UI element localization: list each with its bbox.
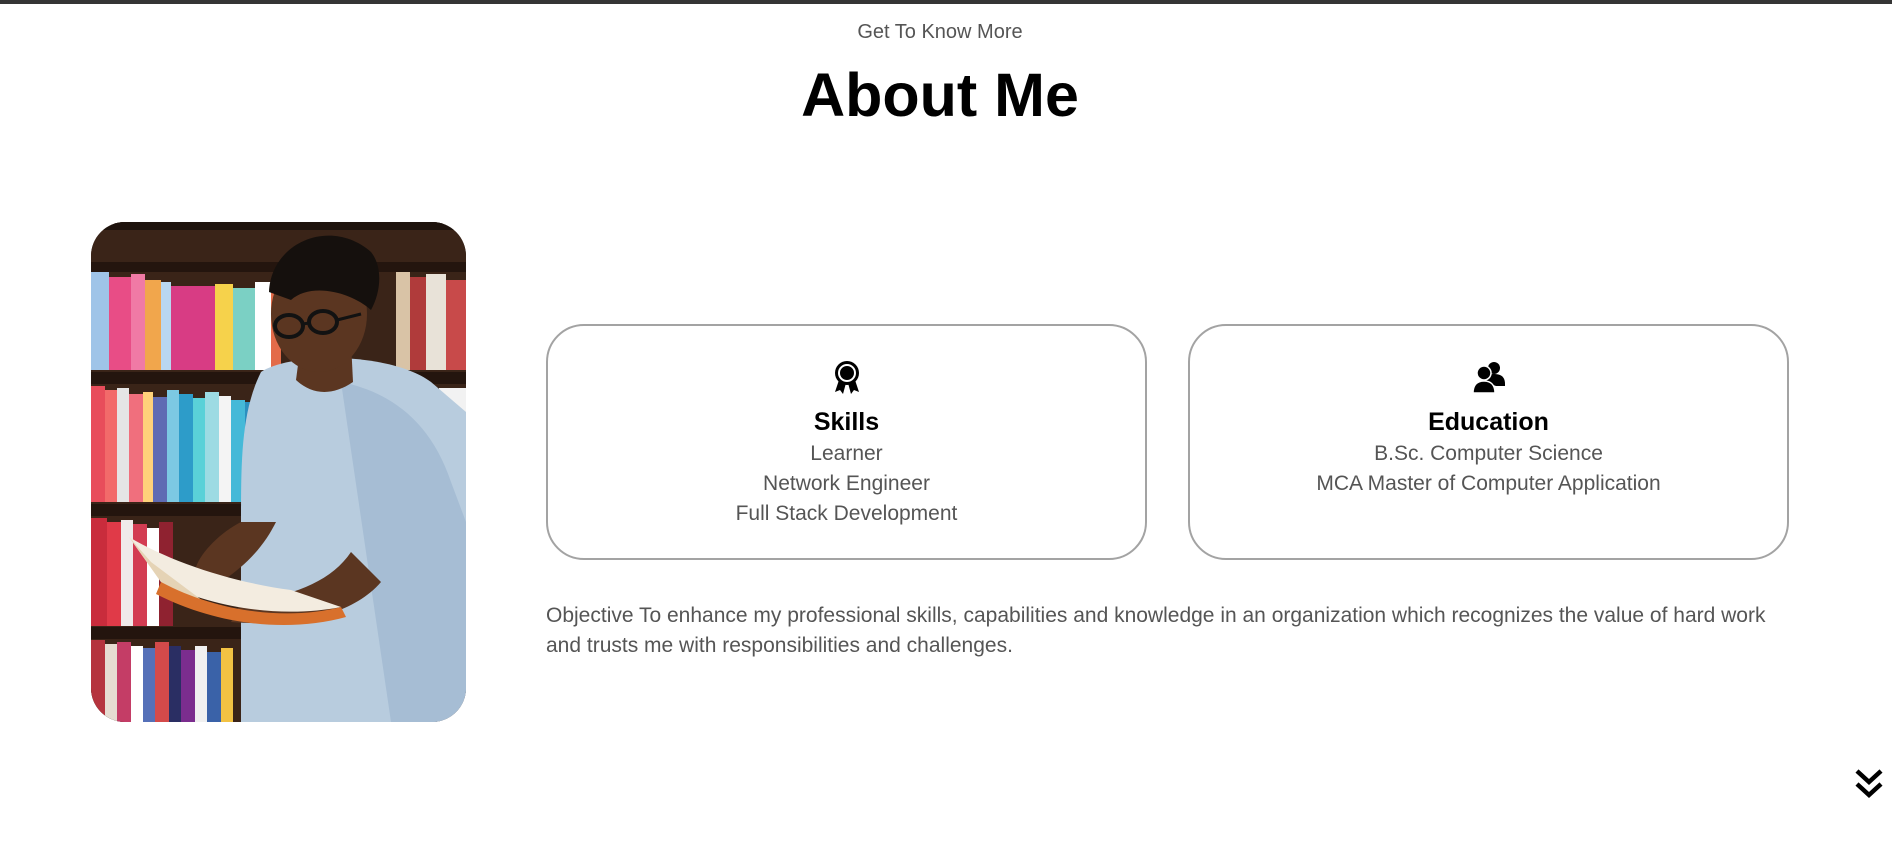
skills-heading: Skills <box>813 408 880 436</box>
profile-photo <box>91 222 466 722</box>
objective-text: Objective To enhance my professional ski… <box>546 604 1766 657</box>
education-card: Education B.Sc. Computer Science MCA Mas… <box>1188 324 1789 560</box>
section-subtitle: Get To Know More <box>857 21 1023 43</box>
skill-item: Learner <box>810 442 883 465</box>
education-item: B.Sc. Computer Science <box>1374 442 1603 465</box>
skill-item: Network Engineer <box>763 472 930 495</box>
section-header: Get To Know More About Me <box>0 16 1880 130</box>
education-item: MCA Master of Computer Application <box>1316 472 1661 495</box>
award-icon <box>830 360 864 394</box>
education-list: B.Sc. Computer Science MCA Master of Com… <box>1190 439 1787 499</box>
double-chevron-down-icon[interactable] <box>1854 768 1884 800</box>
top-rule <box>0 0 1892 4</box>
skill-item: Full Stack Development <box>735 502 958 525</box>
users-icon <box>1471 360 1506 394</box>
skills-card: Skills Learner Network Engineer Full Sta… <box>546 324 1147 560</box>
section-title: About Me <box>801 61 1079 129</box>
education-heading: Education <box>1428 408 1549 436</box>
skills-list: Learner Network Engineer Full Stack Deve… <box>548 439 1145 529</box>
